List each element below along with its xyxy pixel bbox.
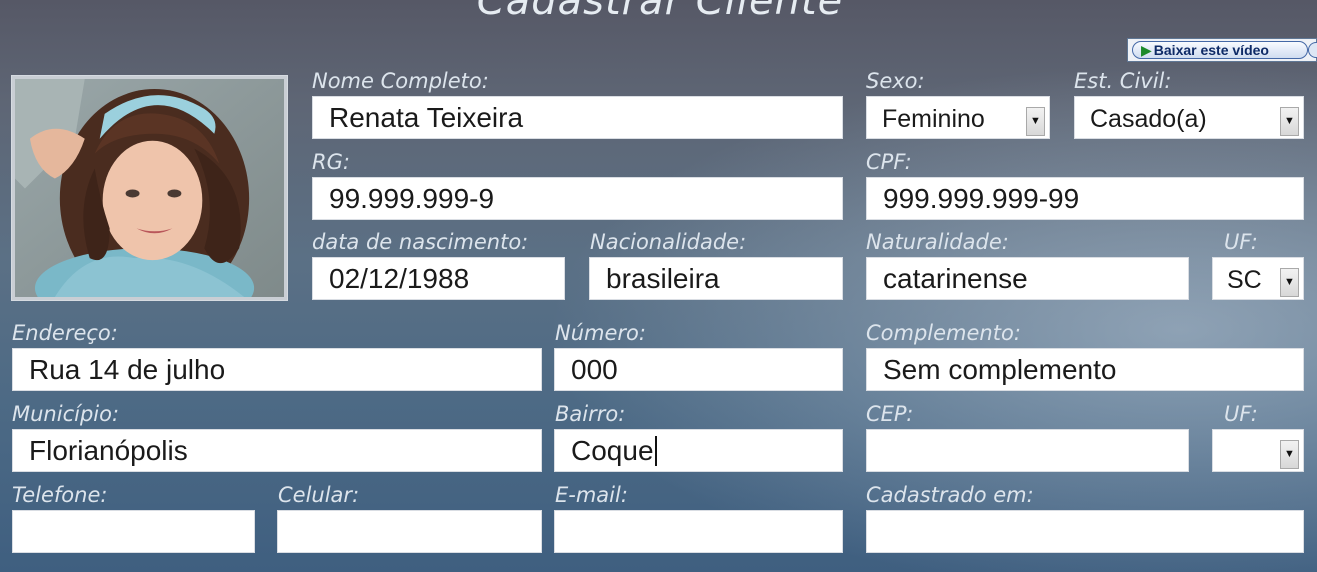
uf-1-value: SC: [1227, 266, 1262, 294]
naturalidade-field[interactable]: catarinense: [866, 257, 1189, 300]
form-title: Cadastrar Cliente: [476, 0, 844, 24]
uf-select-2[interactable]: ▼: [1212, 429, 1304, 472]
label-complemento: Complemento:: [866, 321, 1021, 345]
label-municipio: Município:: [12, 402, 120, 426]
cpf-field[interactable]: 999.999.999-99: [866, 177, 1304, 220]
download-video-button[interactable]: ▶ Baixar este vídeo: [1127, 38, 1317, 62]
download-video-label: Baixar este vídeo: [1153, 42, 1269, 58]
label-nacionalidade: Nacionalidade:: [590, 230, 747, 254]
cadastrado-em-field[interactable]: [866, 510, 1304, 553]
client-photo-image: [15, 79, 284, 297]
label-uf-1: UF:: [1224, 230, 1258, 254]
dropdown-arrow-icon[interactable]: ▼: [1026, 107, 1045, 136]
label-cadastrado-em: Cadastrado em:: [866, 483, 1034, 507]
uf-select-1[interactable]: SC ▼: [1212, 257, 1304, 300]
label-uf-2: UF:: [1224, 402, 1258, 426]
label-bairro: Bairro:: [555, 402, 626, 426]
estado-civil-select[interactable]: Casado(a) ▼: [1074, 96, 1304, 139]
label-email: E-mail:: [555, 483, 628, 507]
label-numero: Número:: [555, 321, 646, 345]
label-estado-civil: Est. Civil:: [1074, 69, 1172, 93]
email-field[interactable]: [554, 510, 843, 553]
rg-field[interactable]: 99.999.999-9: [312, 177, 843, 220]
naturalidade-value: catarinense: [883, 263, 1028, 294]
bairro-field[interactable]: Coque: [554, 429, 843, 472]
numero-value: 000: [571, 354, 618, 385]
sexo-select[interactable]: Feminino ▼: [866, 96, 1050, 139]
text-cursor: [654, 436, 657, 466]
label-celular: Celular:: [278, 483, 360, 507]
nome-completo-value: Renata Teixeira: [329, 102, 524, 133]
client-photo: [11, 75, 288, 301]
label-endereco: Endereço:: [12, 321, 118, 345]
estado-civil-value: Casado(a): [1090, 105, 1207, 133]
bairro-value: Coque: [571, 435, 654, 466]
numero-field[interactable]: 000: [554, 348, 843, 391]
nacionalidade-field[interactable]: brasileira: [589, 257, 843, 300]
dropdown-arrow-icon[interactable]: ▼: [1280, 268, 1299, 297]
celular-field[interactable]: [277, 510, 542, 553]
label-nascimento: data de nascimento:: [312, 230, 529, 254]
sexo-value: Feminino: [882, 105, 985, 133]
nascimento-field[interactable]: 02/12/1988: [312, 257, 565, 300]
cep-field[interactable]: [866, 429, 1189, 472]
rg-value: 99.999.999-9: [329, 183, 495, 214]
nome-completo-field[interactable]: Renata Teixeira: [312, 96, 843, 139]
label-nome: Nome Completo:: [312, 69, 489, 93]
label-rg: RG:: [312, 150, 350, 174]
download-video-button-inner[interactable]: ▶ Baixar este vídeo: [1132, 41, 1308, 59]
cpf-value: 999.999.999-99: [883, 183, 1080, 214]
endereco-field[interactable]: Rua 14 de julho: [12, 348, 542, 391]
dropdown-arrow-icon[interactable]: ▼: [1280, 107, 1299, 136]
toolbar-extra-button[interactable]: [1308, 42, 1317, 58]
dropdown-arrow-icon[interactable]: ▼: [1280, 440, 1299, 469]
telefone-field[interactable]: [12, 510, 255, 553]
label-sexo: Sexo:: [866, 69, 925, 93]
label-naturalidade: Naturalidade:: [866, 230, 1009, 254]
label-telefone: Telefone:: [12, 483, 108, 507]
endereco-value: Rua 14 de julho: [29, 354, 226, 385]
complemento-value: Sem complemento: [883, 354, 1117, 385]
municipio-value: Florianópolis: [29, 435, 188, 466]
play-icon: ▶: [1141, 42, 1152, 58]
label-cpf: CPF:: [866, 150, 912, 174]
municipio-field[interactable]: Florianópolis: [12, 429, 542, 472]
nascimento-value: 02/12/1988: [329, 263, 470, 294]
label-cep: CEP:: [866, 402, 914, 426]
nacionalidade-value: brasileira: [606, 263, 720, 294]
complemento-field[interactable]: Sem complemento: [866, 348, 1304, 391]
